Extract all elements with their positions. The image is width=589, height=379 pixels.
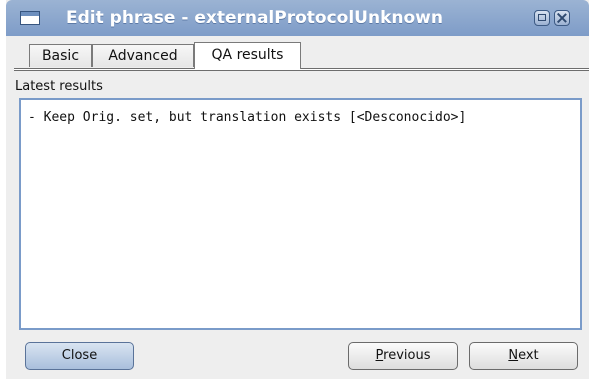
qa-results-text[interactable]: - Keep Orig. set, but translation exists… <box>19 98 582 330</box>
next-mnemonic: N <box>508 348 519 363</box>
window-title: Edit phrase - externalProtocolUnknown <box>66 8 443 28</box>
tab-basic[interactable]: Basic <box>29 44 92 67</box>
next-label: ext <box>518 348 539 363</box>
tab-divider <box>14 68 589 71</box>
latest-results-label: Latest results <box>15 79 103 94</box>
close-icon[interactable] <box>554 10 570 26</box>
previous-label: revious <box>383 348 431 363</box>
maximize-icon[interactable] <box>534 10 550 26</box>
tab-qa-results[interactable]: QA results <box>194 42 301 69</box>
tab-bar: Basic Advanced QA results <box>6 36 589 72</box>
edit-phrase-dialog: Edit phrase - externalProtocolUnknown Ba… <box>6 0 589 379</box>
tab-advanced[interactable]: Advanced <box>92 44 194 67</box>
window-menu-icon[interactable] <box>20 11 40 25</box>
previous-mnemonic: P <box>375 348 384 363</box>
close-button[interactable]: Close <box>25 342 134 370</box>
next-button[interactable]: Next <box>469 342 578 370</box>
title-bar[interactable]: Edit phrase - externalProtocolUnknown <box>6 0 589 36</box>
previous-button[interactable]: Previous <box>348 342 458 370</box>
